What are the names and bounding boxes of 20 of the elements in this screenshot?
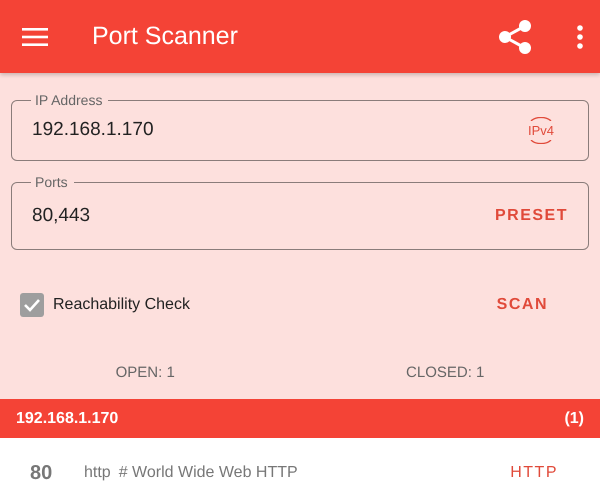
host-address: 192.168.1.170 <box>16 408 118 428</box>
scan-button[interactable]: SCAN <box>490 289 554 321</box>
open-port-count: (1) <box>564 408 584 428</box>
service-description: # World Wide Web HTTP <box>118 462 298 482</box>
service-name: http <box>84 462 111 482</box>
app-title: Port Scanner <box>92 20 238 52</box>
more-options-icon[interactable] <box>576 24 584 48</box>
share-icon[interactable] <box>498 18 532 54</box>
ip-version-button[interactable]: IPv4 <box>524 114 558 146</box>
preset-button[interactable]: PRESET <box>488 200 574 232</box>
checkbox[interactable] <box>20 293 44 317</box>
closed-count: CLOSED: 1 <box>406 364 484 381</box>
open-http-button[interactable]: HTTP <box>504 456 564 488</box>
checkbox-label: Reachability Check <box>53 295 190 315</box>
menu-icon[interactable] <box>22 26 48 46</box>
port-row[interactable]: 80 http # World Wide Web HTTP HTTP <box>0 438 600 501</box>
checkmark-icon <box>23 298 41 312</box>
open-count: OPEN: 1 <box>116 364 175 381</box>
port-number: 80 <box>30 460 54 486</box>
arc-icon <box>528 140 554 144</box>
